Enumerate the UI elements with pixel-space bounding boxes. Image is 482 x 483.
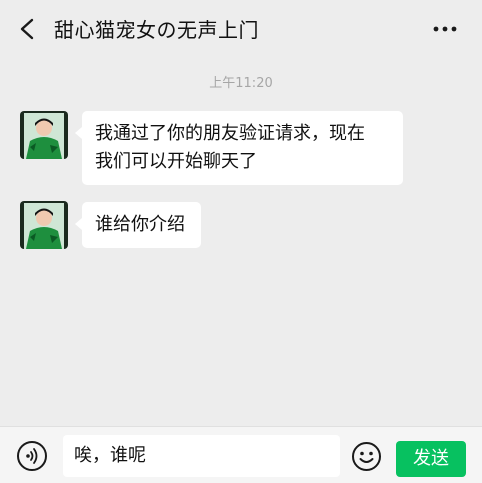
contact-avatar[interactable] bbox=[20, 201, 68, 249]
avatar-image bbox=[20, 111, 68, 159]
message-line: 我通过了你的朋友验证请求，现在 bbox=[95, 123, 365, 144]
voice-button[interactable] bbox=[17, 441, 47, 471]
message-line: 谁给你介绍 bbox=[95, 214, 185, 235]
contact-avatar[interactable] bbox=[20, 111, 68, 159]
avatar-image bbox=[20, 201, 68, 249]
chat-header: 甜心猫宠女の无声上门 bbox=[0, 0, 482, 58]
message-bubble: 谁给你介绍 bbox=[75, 202, 201, 248]
smiley-icon[interactable] bbox=[351, 441, 382, 472]
chevron-left-icon[interactable] bbox=[18, 18, 38, 40]
message-timestamp: 上午11:20 bbox=[209, 76, 273, 91]
input-bar: 唉，谁呢 发送 bbox=[0, 426, 482, 483]
chat-title: 甜心猫宠女の无声上门 bbox=[54, 18, 259, 42]
more-dots-icon[interactable] bbox=[432, 20, 458, 38]
message-bubble: 我通过了你的朋友验证请求，现在 我们可以开始聊天了 bbox=[75, 111, 403, 185]
message-input[interactable]: 唉，谁呢 bbox=[63, 435, 340, 477]
voice-icon bbox=[26, 448, 38, 464]
send-button[interactable]: 发送 bbox=[396, 441, 466, 477]
message-line: 我们可以开始聊天了 bbox=[95, 151, 257, 172]
